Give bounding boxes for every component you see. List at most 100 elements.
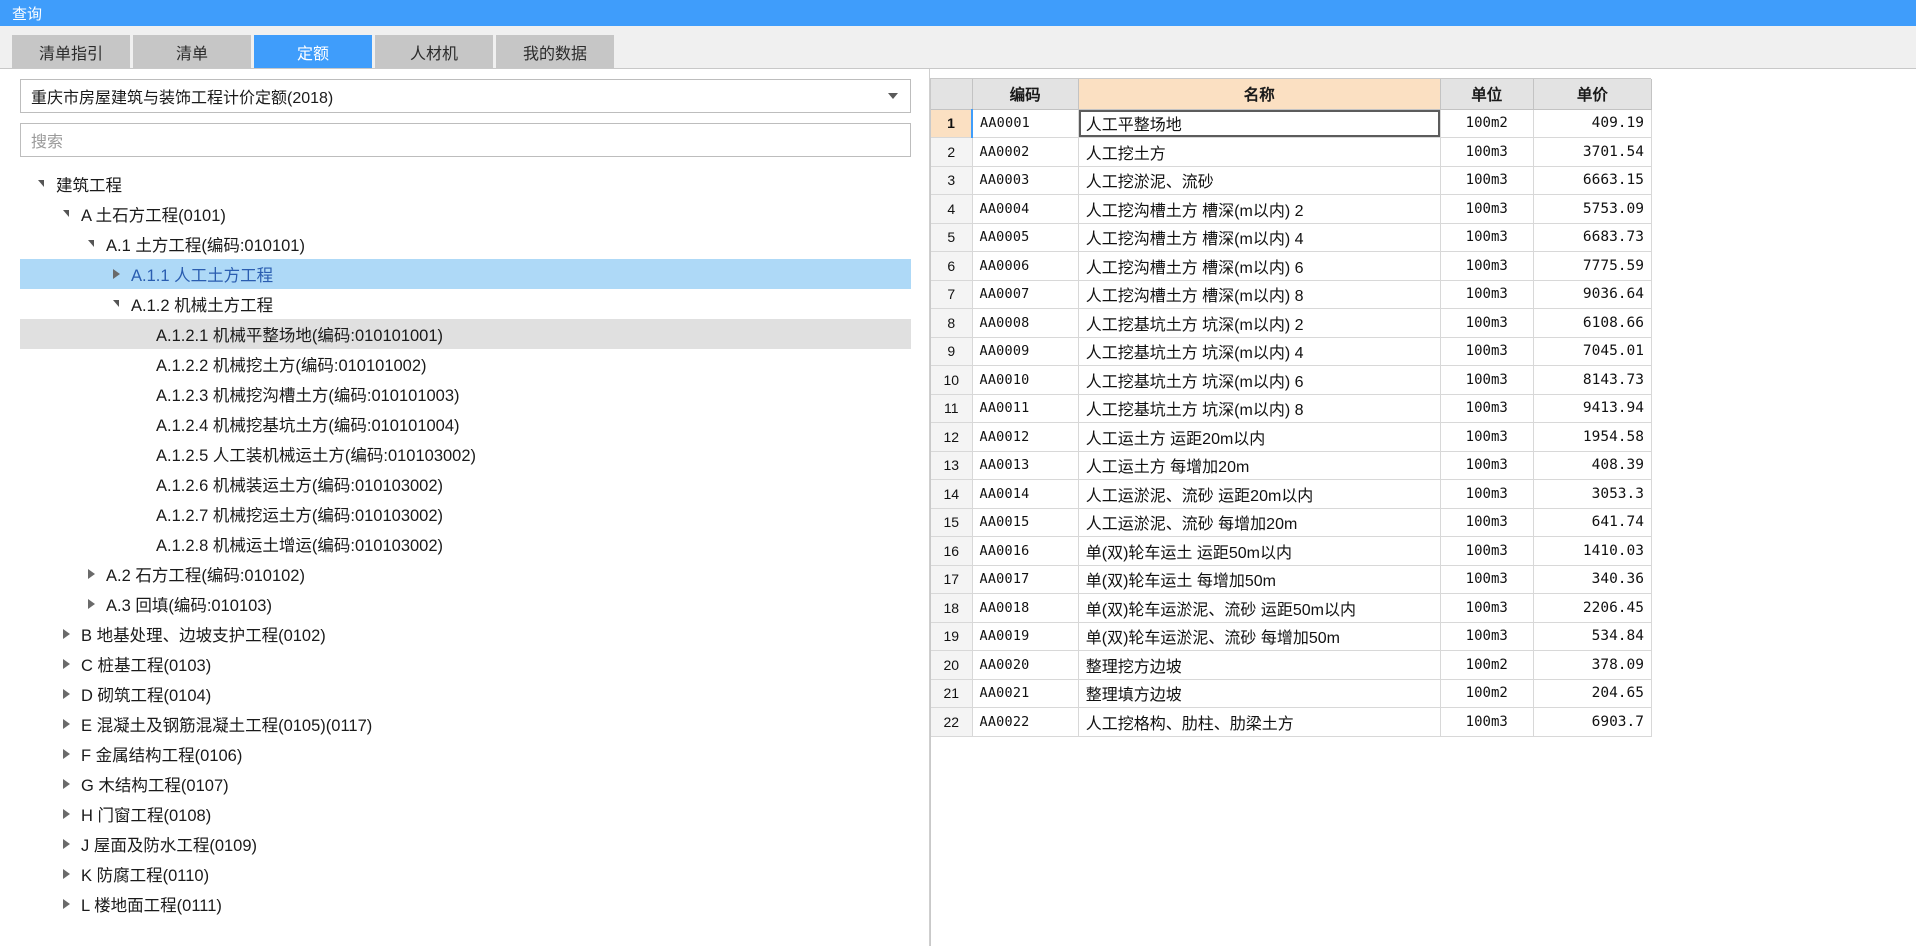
code-cell[interactable]: AA0010 (972, 365, 1079, 395)
tree-node[interactable]: B 地基处理、边坡支护工程(0102) (20, 619, 911, 649)
price-cell[interactable]: 641.74 (1533, 508, 1653, 537)
table-row[interactable]: 5 AA0005 人工挖沟槽土方 槽深(m以内) 4 100m3 6683.73 (931, 223, 1653, 252)
name-cell[interactable]: 人工挖基坑土方 坑深(m以内) 2 (1078, 308, 1441, 338)
table-row[interactable]: 16 AA0016 单(双)轮车运土 运距50m以内 100m3 1410.03 (931, 536, 1653, 566)
table-row[interactable]: 13 AA0013 人工运土方 每增加20m 100m3 408.39 (931, 451, 1653, 480)
tree-node[interactable]: E 混凝土及钢筋混凝土工程(0105)(0117) (20, 709, 911, 739)
tree-node[interactable]: H 门窗工程(0108) (20, 799, 911, 829)
code-cell[interactable]: AA0014 (972, 479, 1079, 509)
tree-node[interactable]: A.1.2.4 机械挖基坑土方(编码:010101004) (20, 409, 911, 439)
price-cell[interactable]: 3053.3 (1533, 479, 1653, 509)
name-cell[interactable]: 人工挖沟槽土方 槽深(m以内) 8 (1078, 280, 1441, 309)
unit-cell[interactable]: 100m3 (1440, 280, 1534, 309)
table-row[interactable]: 20 AA0020 整理挖方边坡 100m2 378.09 (931, 650, 1653, 680)
code-cell[interactable]: AA0015 (972, 508, 1079, 537)
tree-node[interactable]: A.1.2.2 机械挖土方(编码:010101002) (20, 349, 911, 379)
triangle-right-icon[interactable] (82, 599, 100, 609)
price-cell[interactable]: 9036.64 (1533, 280, 1653, 309)
triangle-right-icon[interactable] (57, 749, 75, 759)
triangle-right-icon[interactable] (57, 689, 75, 699)
code-cell[interactable]: AA0006 (972, 251, 1079, 281)
name-cell[interactable]: 人工挖基坑土方 坑深(m以内) 4 (1078, 337, 1441, 366)
tree-node[interactable]: G 木结构工程(0107) (20, 769, 911, 799)
price-cell[interactable]: 5753.09 (1533, 194, 1653, 224)
table-row[interactable]: 2 AA0002 人工挖土方 100m3 3701.54 (931, 137, 1653, 167)
unit-cell[interactable]: 100m3 (1440, 194, 1534, 224)
unit-cell[interactable]: 100m3 (1440, 337, 1534, 366)
table-row[interactable]: 11 AA0011 人工挖基坑土方 坑深(m以内) 8 100m3 9413.94 (931, 394, 1653, 423)
triangle-right-icon[interactable] (57, 869, 75, 879)
price-cell[interactable]: 6903.7 (1533, 707, 1653, 737)
unit-cell[interactable]: 100m3 (1440, 593, 1534, 623)
triangle-down-icon[interactable] (107, 299, 125, 308)
name-cell[interactable]: 人工运土方 运距20m以内 (1078, 422, 1441, 452)
name-cell[interactable]: 人工挖沟槽土方 槽深(m以内) 6 (1078, 251, 1441, 281)
triangle-right-icon[interactable] (57, 839, 75, 849)
code-cell[interactable]: AA0009 (972, 337, 1079, 366)
price-cell[interactable]: 7775.59 (1533, 251, 1653, 281)
price-cell[interactable]: 1410.03 (1533, 536, 1653, 566)
price-cell[interactable]: 204.65 (1533, 679, 1653, 708)
code-cell[interactable]: AA0001 (971, 109, 1079, 138)
category-tree[interactable]: 建筑工程 A 土石方工程(0101) A.1 土方工程(编码:010101) A.1.… (20, 165, 911, 946)
price-cell[interactable]: 6108.66 (1533, 308, 1653, 338)
grid-col-name[interactable]: 名称 (1078, 79, 1441, 110)
tab-4[interactable]: 我的数据 (496, 35, 614, 68)
tree-node[interactable]: A.1.2.5 人工装机械运土方(编码:010103002) (20, 439, 911, 469)
tree-node[interactable]: J 屋面及防水工程(0109) (20, 829, 911, 859)
tree-node[interactable]: L 楼地面工程(0111) (20, 889, 911, 919)
name-cell[interactable]: 人工挖土方 (1078, 137, 1441, 167)
unit-cell[interactable]: 100m3 (1440, 479, 1534, 509)
code-cell[interactable]: AA0004 (972, 194, 1079, 224)
unit-cell[interactable]: 100m3 (1440, 622, 1534, 651)
grid-col-unit[interactable]: 单位 (1440, 79, 1534, 110)
grid-body[interactable]: 1 AA0001 人工平整场地 100m2 409.19 2 AA0002 人工挖土方 100m… (931, 109, 1653, 737)
triangle-down-icon[interactable] (32, 179, 50, 188)
price-cell[interactable]: 340.36 (1533, 565, 1653, 594)
code-cell[interactable]: AA0019 (972, 622, 1079, 651)
table-row[interactable]: 1 AA0001 人工平整场地 100m2 409.19 (931, 109, 1653, 138)
code-cell[interactable]: AA0017 (972, 565, 1079, 594)
price-cell[interactable]: 3701.54 (1533, 137, 1653, 167)
price-cell[interactable]: 6683.73 (1533, 223, 1653, 252)
table-row[interactable]: 22 AA0022 人工挖格构、肋柱、肋梁土方 100m3 6903.7 (931, 707, 1653, 737)
name-cell[interactable]: 整理挖方边坡 (1078, 650, 1441, 680)
triangle-right-icon[interactable] (82, 569, 100, 579)
code-cell[interactable]: AA0012 (972, 422, 1079, 452)
table-row[interactable]: 18 AA0018 单(双)轮车运淤泥、流砂 运距50m以内 100m3 2206.45 (931, 593, 1653, 623)
name-cell[interactable]: 人工运淤泥、流砂 每增加20m (1078, 508, 1441, 537)
unit-cell[interactable]: 100m3 (1440, 394, 1534, 423)
unit-cell[interactable]: 100m3 (1440, 451, 1534, 480)
tree-node[interactable]: A.1.2.3 机械挖沟槽土方(编码:010101003) (20, 379, 911, 409)
triangle-right-icon[interactable] (57, 899, 75, 909)
tree-node[interactable]: 建筑工程 (20, 169, 911, 199)
tab-0[interactable]: 清单指引 (12, 35, 130, 68)
table-row[interactable]: 21 AA0021 整理填方边坡 100m2 204.65 (931, 679, 1653, 708)
library-select[interactable]: 重庆市房屋建筑与装饰工程计价定额(2018) (20, 79, 911, 113)
unit-cell[interactable]: 100m3 (1440, 422, 1534, 452)
grid-col-code[interactable]: 编码 (972, 79, 1079, 110)
price-cell[interactable]: 408.39 (1533, 451, 1653, 480)
code-cell[interactable]: AA0020 (972, 650, 1079, 680)
name-cell[interactable]: 单(双)轮车运土 运距50m以内 (1078, 536, 1441, 566)
table-row[interactable]: 3 AA0003 人工挖淤泥、流砂 100m3 6663.15 (931, 166, 1653, 195)
tree-node[interactable]: A.1.1 人工土方工程 (20, 259, 911, 289)
name-cell[interactable]: 单(双)轮车运淤泥、流砂 运距50m以内 (1078, 593, 1441, 623)
name-cell[interactable]: 人工运淤泥、流砂 运距20m以内 (1078, 479, 1441, 509)
name-cell[interactable]: 整理填方边坡 (1078, 679, 1441, 708)
code-cell[interactable]: AA0022 (972, 707, 1079, 737)
table-row[interactable]: 19 AA0019 单(双)轮车运淤泥、流砂 每增加50m 100m3 534.84 (931, 622, 1653, 651)
name-cell[interactable]: 人工挖沟槽土方 槽深(m以内) 4 (1078, 223, 1441, 252)
table-row[interactable]: 10 AA0010 人工挖基坑土方 坑深(m以内) 6 100m3 8143.73 (931, 365, 1653, 395)
code-cell[interactable]: AA0018 (972, 593, 1079, 623)
price-cell[interactable]: 6663.15 (1533, 166, 1653, 195)
unit-cell[interactable]: 100m3 (1440, 223, 1534, 252)
price-cell[interactable]: 2206.45 (1533, 593, 1653, 623)
table-row[interactable]: 17 AA0017 单(双)轮车运土 每增加50m 100m3 340.36 (931, 565, 1653, 594)
code-cell[interactable]: AA0002 (972, 137, 1079, 167)
unit-cell[interactable]: 100m2 (1440, 679, 1534, 708)
tree-node[interactable]: A.1.2.8 机械运土增运(编码:010103002) (20, 529, 911, 559)
table-row[interactable]: 4 AA0004 人工挖沟槽土方 槽深(m以内) 2 100m3 5753.09 (931, 194, 1653, 224)
quota-grid[interactable]: 编码 名称 单位 单价 1 AA0001 人工平整场地 100m2 409.19 2 AA0002… (931, 79, 1653, 737)
code-cell[interactable]: AA0013 (972, 451, 1079, 480)
